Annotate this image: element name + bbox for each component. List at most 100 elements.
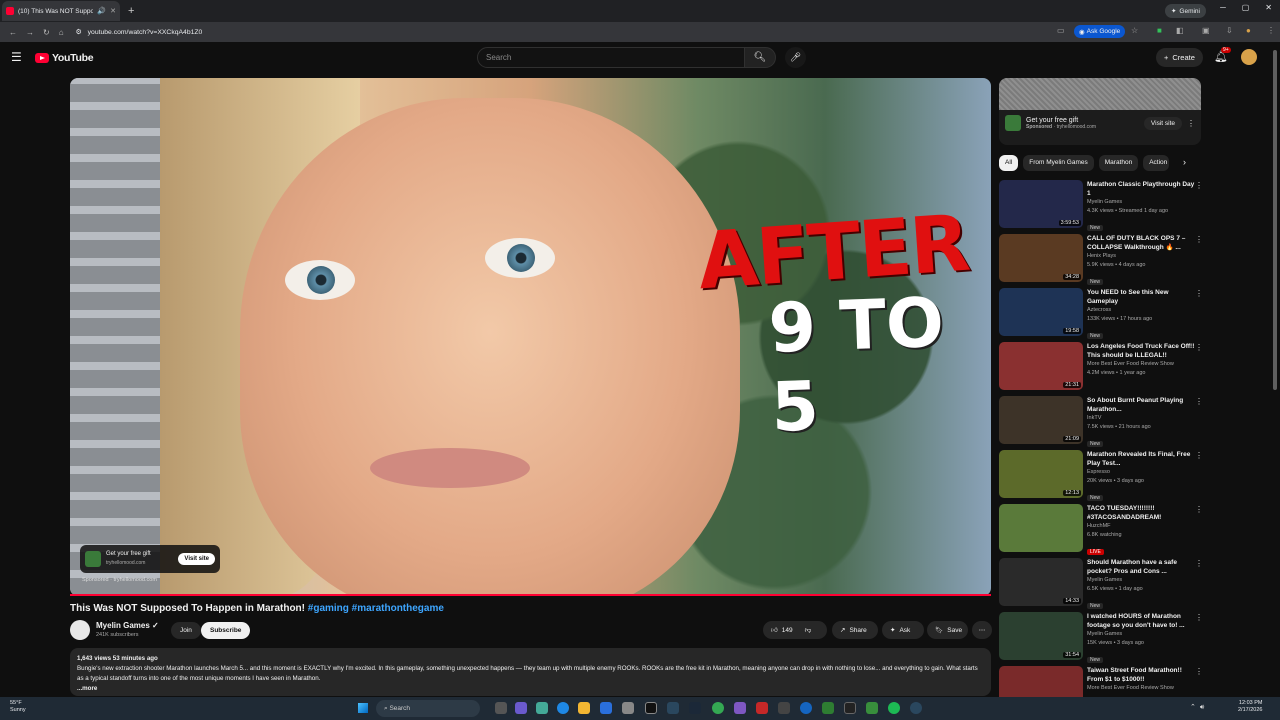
recommendation-thumbnail[interactable]: 21:09 bbox=[999, 396, 1083, 444]
recommendation-title[interactable]: So About Burnt Peanut Playing Marathon..… bbox=[1087, 396, 1197, 414]
recommendation-thumbnail[interactable]: 3:59:53 bbox=[999, 180, 1083, 228]
chevron-right-icon[interactable]: › bbox=[1183, 157, 1186, 167]
kebab-menu-icon[interactable]: ⋮ bbox=[1195, 397, 1203, 406]
kebab-menu-icon[interactable]: ⋮ bbox=[1195, 667, 1203, 676]
back-icon[interactable]: ← bbox=[9, 28, 17, 37]
system-tray[interactable]: ⌃🔊︎ bbox=[1190, 703, 1208, 712]
search-button[interactable]: 🔍︎ bbox=[744, 47, 776, 68]
chip-action[interactable]: Action bbox=[1143, 155, 1170, 171]
app-icon[interactable] bbox=[800, 702, 812, 714]
edge-icon[interactable] bbox=[557, 702, 569, 714]
new-tab-button[interactable]: + bbox=[128, 5, 134, 17]
recommendation-channel[interactable]: More Best Ever Food Review Show bbox=[1087, 360, 1197, 369]
recommendation-title[interactable]: Marathon Revealed Its Final, Free Play T… bbox=[1087, 450, 1197, 468]
app-icon[interactable] bbox=[844, 702, 856, 714]
kebab-menu-icon[interactable]: ⋮ bbox=[1195, 289, 1203, 298]
recommendation-thumbnail[interactable]: 31:54 bbox=[999, 612, 1083, 660]
recommendation-item[interactable]: 34:28 CALL OF DUTY BLACK OPS 7 – COLLAPSE… bbox=[999, 233, 1209, 287]
browser-tab[interactable]: (10) This Was NOT Suppos 🔊 ✕ bbox=[2, 1, 120, 21]
app-icon[interactable] bbox=[622, 702, 634, 714]
extension-icon[interactable]: ■ bbox=[1157, 26, 1162, 35]
progress-bar[interactable] bbox=[70, 594, 991, 596]
recommendation-title[interactable]: Taiwan Street Food Marathon!! From $1 to… bbox=[1087, 666, 1197, 684]
recommendation-channel[interactable]: Myelin Games bbox=[1087, 576, 1197, 585]
youtube-logo[interactable]: YouTube bbox=[35, 52, 94, 64]
weather-widget[interactable]: 55°F Sunny bbox=[10, 700, 26, 714]
app-icon[interactable] bbox=[689, 702, 701, 714]
save-button[interactable]: 🔖︎ Save bbox=[927, 621, 968, 639]
recommendation-title[interactable]: CALL OF DUTY BLACK OPS 7 – COLLAPSE Walk… bbox=[1087, 234, 1197, 252]
more-actions-button[interactable]: ⋯ bbox=[972, 621, 992, 639]
extensions-puzzle-icon[interactable]: ◧ bbox=[1176, 26, 1184, 35]
app-icon[interactable] bbox=[822, 702, 834, 714]
search-input[interactable]: Search bbox=[477, 47, 745, 68]
sidebar-visit-site-button[interactable]: Visit site bbox=[1143, 116, 1182, 130]
speaker-icon[interactable]: 🔊 bbox=[97, 7, 106, 15]
chip-marathon[interactable]: Marathon bbox=[1098, 155, 1139, 171]
share-button[interactable]: ↗ Share bbox=[832, 621, 878, 639]
kebab-menu-icon[interactable]: ⋮ bbox=[1195, 235, 1203, 244]
recommendation-thumbnail[interactable]: 14:33 bbox=[999, 558, 1083, 606]
hashtag-links[interactable]: #gaming #marathonthegame bbox=[308, 603, 444, 614]
app-icon[interactable] bbox=[734, 702, 746, 714]
create-button[interactable]: + Create bbox=[1156, 48, 1203, 67]
show-more-link[interactable]: ...more bbox=[77, 684, 984, 694]
recommendation-channel[interactable]: Espresso bbox=[1087, 468, 1197, 477]
recommendation-title[interactable]: You NEED to See this New Gameplay bbox=[1087, 288, 1197, 306]
browser-menu-icon[interactable]: ⋮ bbox=[1267, 26, 1275, 35]
recommendation-channel[interactable]: HuzchMF bbox=[1087, 522, 1197, 531]
recommendation-thumbnail[interactable]: 34:28 bbox=[999, 234, 1083, 282]
kebab-menu-icon[interactable]: ⋮ bbox=[1195, 343, 1203, 352]
reload-icon[interactable]: ↻ bbox=[43, 28, 50, 37]
ask-button[interactable]: ✦ Ask bbox=[882, 621, 924, 639]
close-window-icon[interactable]: ✕ bbox=[1265, 3, 1272, 12]
home-icon[interactable]: ⌂ bbox=[59, 28, 64, 37]
recommendation-thumbnail[interactable]: 21:31 bbox=[999, 342, 1083, 390]
app-icon[interactable] bbox=[515, 702, 527, 714]
steam-icon[interactable] bbox=[667, 702, 679, 714]
kebab-menu-icon[interactable]: ⋮ bbox=[1187, 119, 1195, 128]
recommendation-item[interactable]: 21:31 Los Angeles Food Truck Face Off!! T… bbox=[999, 341, 1209, 395]
recommendation-title[interactable]: TACO TUESDAY!!!!!!!! #3TACOSANDADREAM! bbox=[1087, 504, 1197, 522]
kebab-menu-icon[interactable]: ⋮ bbox=[1195, 559, 1203, 568]
account-avatar[interactable] bbox=[1241, 49, 1257, 65]
site-info-icon[interactable]: ⚙ bbox=[76, 28, 82, 36]
app-icon[interactable] bbox=[778, 702, 790, 714]
subscribe-button[interactable]: Subscribe bbox=[201, 622, 251, 639]
minimize-icon[interactable]: ─ bbox=[1220, 3, 1226, 12]
app-icon[interactable] bbox=[645, 702, 657, 714]
recommendation-item[interactable]: 14:33 Should Marathon have a safe pocket?… bbox=[999, 557, 1209, 611]
recommendation-thumbnail[interactable]: 12:13 bbox=[999, 450, 1083, 498]
profile-icon[interactable]: ● bbox=[1246, 26, 1251, 35]
recommendation-channel[interactable]: Aztecross bbox=[1087, 306, 1197, 315]
ask-google-button[interactable]: ◉ Ask Google bbox=[1074, 25, 1126, 38]
sidebar-ad[interactable]: Get your free gift Sponsored · tryhellom… bbox=[999, 78, 1201, 145]
recommendation-channel[interactable]: Myelin Games bbox=[1087, 198, 1197, 207]
app-icon[interactable] bbox=[866, 702, 878, 714]
cast-icon[interactable]: ▭ bbox=[1057, 26, 1065, 35]
recommendation-channel[interactable]: Myelin Games bbox=[1087, 630, 1197, 639]
recommendation-item[interactable]: 31:54 I watched HOURS of Marathon footage… bbox=[999, 611, 1209, 665]
chrome-icon[interactable] bbox=[712, 702, 724, 714]
voice-search-button[interactable]: 🎤︎ bbox=[785, 47, 806, 68]
recommendation-channel[interactable]: Henix Plays bbox=[1087, 252, 1197, 261]
hamburger-menu-icon[interactable]: ☰ bbox=[11, 50, 22, 64]
visit-site-button[interactable]: Visit site bbox=[178, 553, 215, 565]
recommendation-title[interactable]: Los Angeles Food Truck Face Off!! This s… bbox=[1087, 342, 1197, 360]
kebab-menu-icon[interactable]: ⋮ bbox=[1195, 181, 1203, 190]
recommendation-channel[interactable]: InkTV bbox=[1087, 414, 1197, 423]
sidepanel-icon[interactable]: ▣ bbox=[1202, 26, 1210, 35]
thumbs-down-icon[interactable]: 👎︎ bbox=[805, 626, 812, 634]
recommendation-item[interactable]: 19:58 You NEED to See this New Gameplay Az… bbox=[999, 287, 1209, 341]
store-icon[interactable] bbox=[600, 702, 612, 714]
recommendation-item[interactable]: 12:13 Marathon Revealed Its Final, Free P… bbox=[999, 449, 1209, 503]
kebab-menu-icon[interactable]: ⋮ bbox=[1195, 505, 1203, 514]
taskbar-search[interactable]: ⌕ Search bbox=[376, 700, 480, 717]
maximize-icon[interactable]: ▢ bbox=[1242, 3, 1250, 12]
file-explorer-icon[interactable] bbox=[578, 702, 590, 714]
forward-icon[interactable]: → bbox=[26, 28, 34, 37]
video-player[interactable]: AFTER 9 TO 5 bbox=[70, 78, 991, 596]
recommendation-item[interactable]: 3:59:53 Marathon Classic Playthrough Day … bbox=[999, 179, 1209, 233]
gemini-button[interactable]: ✦ Gemini bbox=[1164, 4, 1206, 18]
chip-from-channel[interactable]: From Myelin Games bbox=[1023, 155, 1094, 171]
